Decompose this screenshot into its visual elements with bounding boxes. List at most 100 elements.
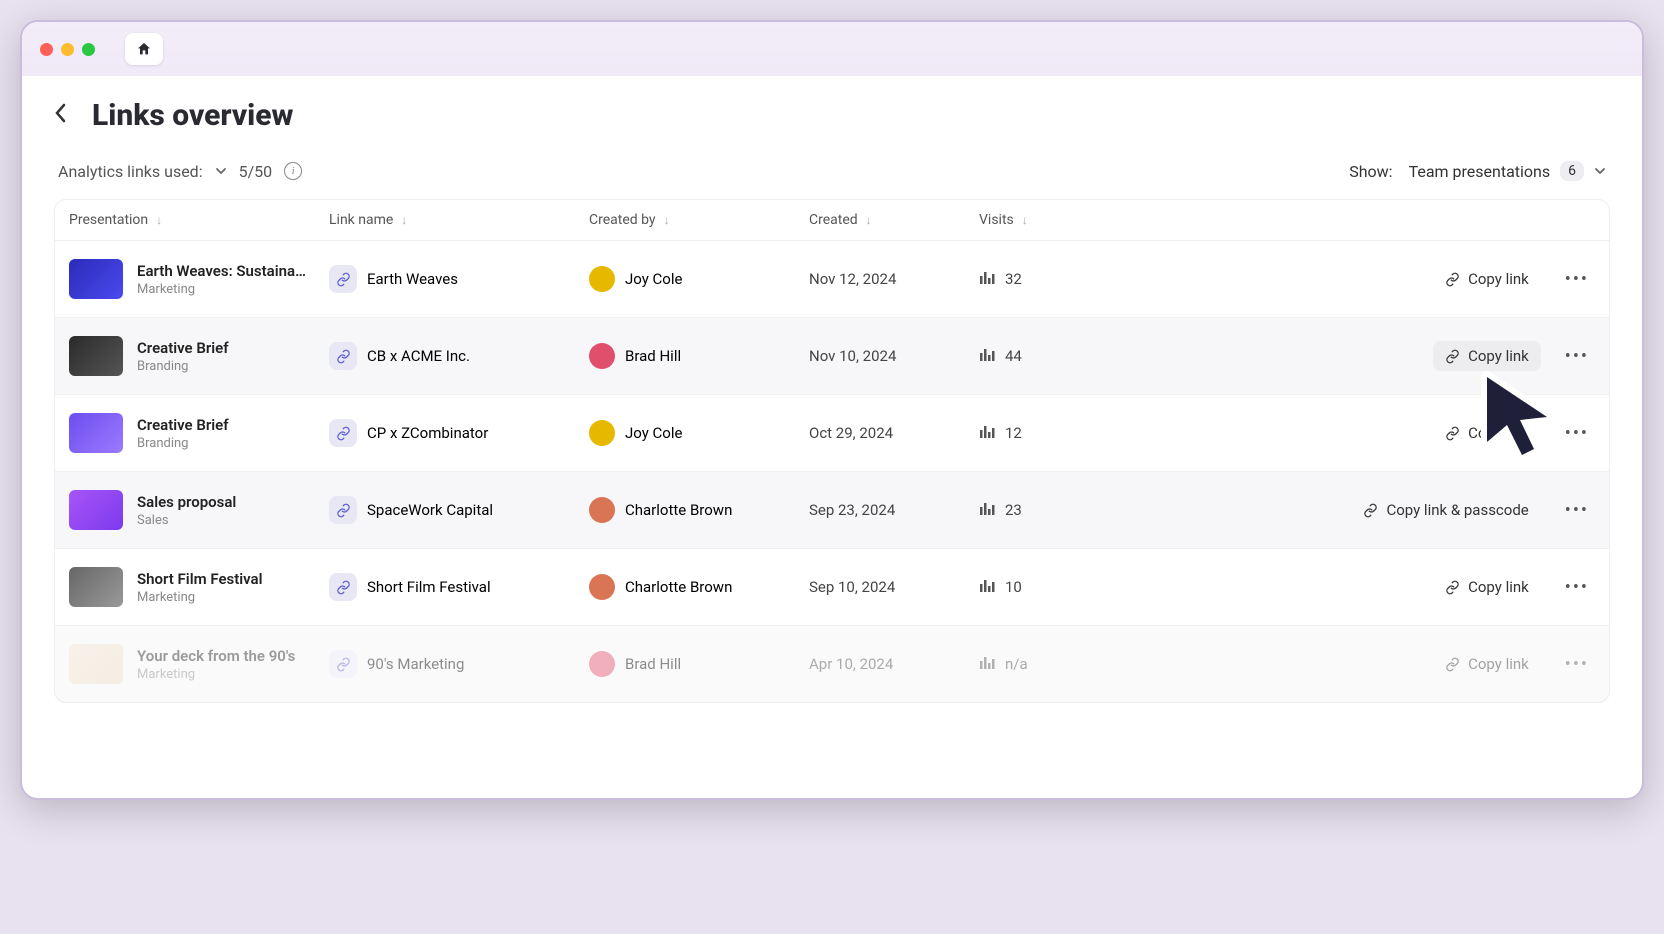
more-actions-button[interactable]: ••• (1559, 269, 1595, 290)
copy-link-button[interactable]: Copy link (1433, 572, 1541, 602)
cell-created-date: Sep 23, 2024 (809, 501, 979, 519)
link-name-text: CP x ZCombinator (367, 424, 488, 442)
cell-created-by: Brad Hill (589, 651, 809, 677)
maximize-window-button[interactable] (82, 43, 95, 56)
home-button[interactable] (125, 33, 163, 65)
more-actions-button[interactable]: ••• (1559, 577, 1595, 598)
more-actions-button[interactable]: ••• (1559, 654, 1595, 675)
copy-link-button[interactable]: Copy link (1433, 418, 1541, 448)
user-name: Charlotte Brown (625, 501, 732, 519)
cell-actions: Copy link ••• (1119, 418, 1595, 448)
user-avatar (589, 420, 615, 446)
cell-presentation: Sales proposal Sales (69, 490, 329, 530)
presentation-thumbnail[interactable] (69, 644, 123, 684)
user-name: Joy Cole (625, 270, 682, 288)
more-actions-button[interactable]: ••• (1559, 423, 1595, 444)
link-name-text: Earth Weaves (367, 270, 458, 288)
presentation-category: Branding (137, 436, 229, 451)
copy-link-button[interactable]: Copy link & passcode (1351, 495, 1540, 525)
col-visits[interactable]: Visits↓ (979, 212, 1119, 228)
col-presentation[interactable]: Presentation↓ (69, 212, 329, 228)
chevron-left-icon (54, 103, 66, 123)
presentation-title: Sales proposal (137, 493, 236, 511)
link-name-text: Short Film Festival (367, 578, 491, 596)
bar-chart-icon (979, 270, 995, 284)
app-window: Links overview Analytics links used: 5/5… (20, 20, 1644, 800)
cell-presentation: Your deck from the 90's Marketing (69, 644, 329, 684)
presentation-title: Short Film Festival (137, 570, 263, 588)
presentation-title: Your deck from the 90's (137, 647, 295, 665)
cell-link-name: 90's Marketing (329, 650, 589, 678)
presentation-thumbnail[interactable] (69, 567, 123, 607)
presentation-title: Creative Brief (137, 339, 229, 357)
col-link-name[interactable]: Link name↓ (329, 212, 589, 228)
cell-link-name: CB x ACME Inc. (329, 342, 589, 370)
analytics-link-icon (329, 342, 357, 370)
user-name: Joy Cole (625, 424, 682, 442)
col-created-by[interactable]: Created by↓ (589, 212, 809, 228)
more-actions-button[interactable]: ••• (1559, 346, 1595, 367)
table-row[interactable]: Short Film Festival Marketing Short Film… (55, 549, 1609, 626)
close-window-button[interactable] (40, 43, 53, 56)
cell-actions: Copy link & passcode ••• (1119, 495, 1595, 525)
cell-visits: 23 (979, 501, 1119, 519)
chevron-down-icon (215, 167, 227, 175)
table-row[interactable]: Your deck from the 90's Marketing 90's M… (55, 626, 1609, 702)
copy-link-label: Copy link (1468, 655, 1529, 673)
link-name-text: CB x ACME Inc. (367, 347, 470, 365)
link-icon (1445, 657, 1460, 672)
link-icon (1363, 503, 1378, 518)
cell-created-by: Joy Cole (589, 420, 809, 446)
link-icon (336, 272, 351, 287)
visits-count: 10 (1005, 578, 1022, 596)
presentation-category: Sales (137, 513, 236, 528)
home-icon (136, 41, 152, 57)
sort-arrow-icon: ↓ (664, 213, 670, 227)
presentation-thumbnail[interactable] (69, 336, 123, 376)
cell-visits: 12 (979, 424, 1119, 442)
analytics-count: 5/50 (239, 162, 273, 181)
filter-option-label: Team presentations (1409, 162, 1551, 181)
cell-created-date: Apr 10, 2024 (809, 655, 979, 673)
presentation-thumbnail[interactable] (69, 259, 123, 299)
copy-link-button[interactable]: Copy link (1433, 264, 1541, 294)
cell-actions: Copy link ••• (1119, 341, 1595, 371)
copy-link-button[interactable]: Copy link (1433, 649, 1541, 679)
cell-created-by: Charlotte Brown (589, 574, 809, 600)
user-avatar (589, 651, 615, 677)
link-icon (336, 657, 351, 672)
info-icon[interactable]: i (284, 162, 302, 180)
copy-link-label: Copy link (1468, 424, 1529, 442)
filter-dropdown[interactable]: Team presentations 6 (1409, 161, 1606, 181)
minimize-window-button[interactable] (61, 43, 74, 56)
back-button[interactable] (54, 103, 74, 129)
more-actions-button[interactable]: ••• (1559, 500, 1595, 521)
bar-chart-icon (979, 578, 995, 592)
analytics-dropdown[interactable] (215, 164, 227, 179)
table-row[interactable]: Creative Brief Branding CB x ACME Inc. B… (55, 318, 1609, 395)
cell-presentation: Short Film Festival Marketing (69, 567, 329, 607)
link-icon (336, 503, 351, 518)
filter-row: Analytics links used: 5/50 i Show: Team … (54, 161, 1610, 181)
bar-chart-icon (979, 347, 995, 361)
filter-right: Show: Team presentations 6 (1349, 161, 1606, 181)
presentation-thumbnail[interactable] (69, 413, 123, 453)
cell-created-by: Brad Hill (589, 343, 809, 369)
link-icon (336, 580, 351, 595)
cell-visits: 32 (979, 270, 1119, 288)
link-icon (1445, 426, 1460, 441)
analytics-link-icon (329, 265, 357, 293)
analytics-link-icon (329, 573, 357, 601)
user-avatar (589, 497, 615, 523)
cell-created-date: Nov 10, 2024 (809, 347, 979, 365)
table-row[interactable]: Earth Weaves: Sustainabl... Marketing Ea… (55, 241, 1609, 318)
cell-actions: Copy link ••• (1119, 572, 1595, 602)
cell-presentation: Creative Brief Branding (69, 336, 329, 376)
page-title: Links overview (92, 98, 293, 133)
col-created[interactable]: Created↓ (809, 212, 979, 228)
cell-link-name: Earth Weaves (329, 265, 589, 293)
table-row[interactable]: Creative Brief Branding CP x ZCombinator… (55, 395, 1609, 472)
table-row[interactable]: Sales proposal Sales SpaceWork Capital C… (55, 472, 1609, 549)
presentation-thumbnail[interactable] (69, 490, 123, 530)
copy-link-button[interactable]: Copy link (1433, 341, 1541, 371)
